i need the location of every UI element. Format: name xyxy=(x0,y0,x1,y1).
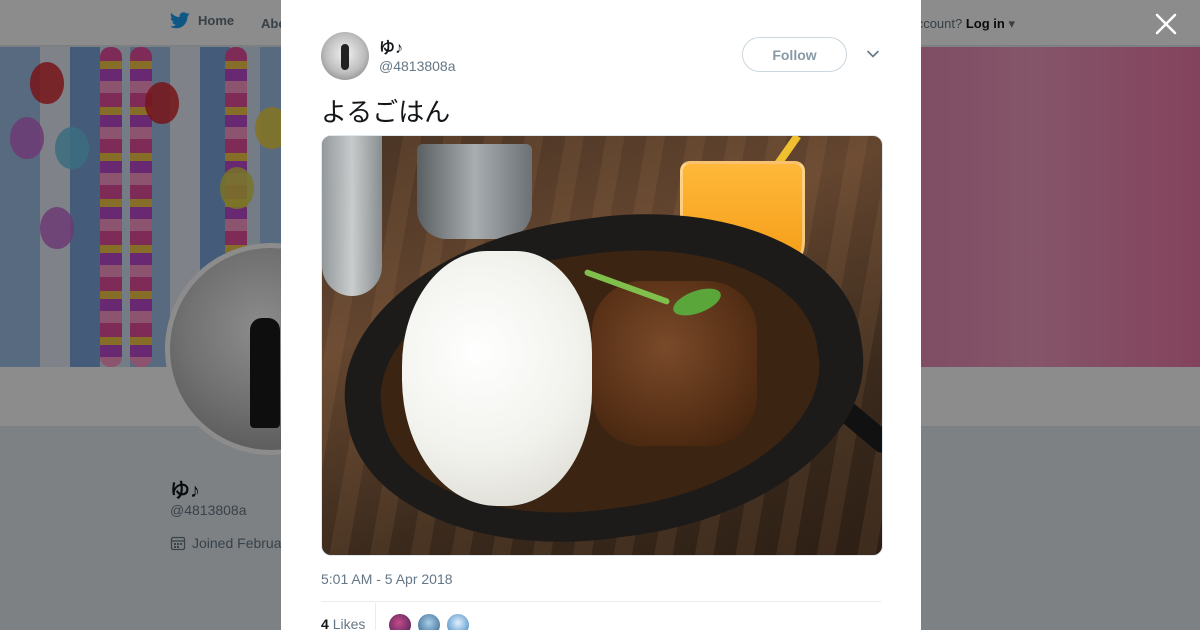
follow-button[interactable]: Follow xyxy=(742,37,847,72)
liker-avatar[interactable] xyxy=(388,613,412,630)
likes-label: Likes xyxy=(332,616,366,630)
liker-avatar[interactable] xyxy=(446,613,470,630)
tweet-author-handle[interactable]: @4813808a xyxy=(379,58,456,74)
tweet-timestamp[interactable]: 5:01 AM - 5 Apr 2018 xyxy=(321,571,453,587)
photo-rice xyxy=(402,251,592,506)
tweet-modal: ゆ♪ @4813808a Follow よるごはん 5:01 AM - 5 Ap… xyxy=(281,0,921,630)
photo-bottle xyxy=(322,136,382,296)
photo-metal-cup xyxy=(417,144,532,239)
chevron-down-icon[interactable] xyxy=(865,46,881,62)
stats-divider xyxy=(321,601,881,602)
tweet-author-avatar[interactable] xyxy=(321,32,369,80)
likes-stat[interactable]: 4 Likes xyxy=(321,616,365,630)
close-icon[interactable] xyxy=(1154,12,1178,36)
liker-avatar[interactable] xyxy=(417,613,441,630)
tweet-author-name[interactable]: ゆ♪ xyxy=(379,34,403,58)
tweet-photo[interactable] xyxy=(321,135,883,556)
tweet-text: よるごはん xyxy=(321,98,451,128)
likes-separator xyxy=(375,603,376,630)
likes-count: 4 xyxy=(321,616,329,630)
avatar-figure xyxy=(341,44,349,70)
